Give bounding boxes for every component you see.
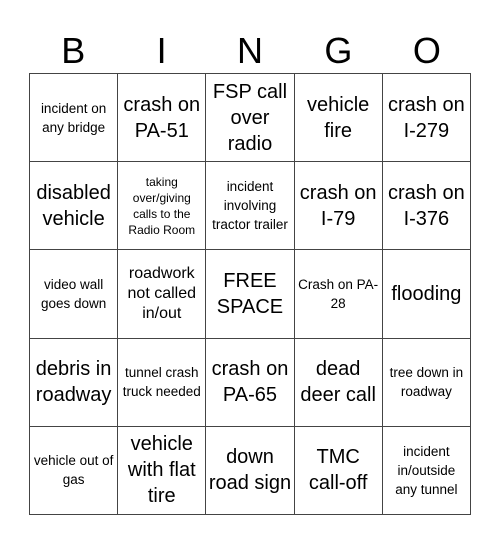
- card-row: vehicle out of gas vehicle with flat tir…: [28, 425, 472, 516]
- card-cell[interactable]: taking over/giving calls to the Radio Ro…: [117, 161, 207, 251]
- card-cell[interactable]: roadwork not called in/out: [117, 249, 207, 339]
- card-cell[interactable]: TMC call-off: [293, 425, 383, 516]
- card-cell[interactable]: Crash on PA-28: [293, 249, 383, 339]
- bingo-card: incident on any bridge crash on PA-51 FS…: [28, 72, 472, 516]
- card-cell[interactable]: vehicle with flat tire: [117, 425, 207, 516]
- card-cell[interactable]: disabled vehicle: [28, 161, 119, 251]
- card-cell[interactable]: FSP call over radio: [205, 72, 295, 163]
- bingo-header: B I N G O: [29, 28, 471, 74]
- free-space-cell[interactable]: FREE SPACE: [205, 249, 295, 339]
- card-row: incident on any bridge crash on PA-51 FS…: [28, 72, 472, 163]
- card-cell[interactable]: vehicle fire: [293, 72, 383, 163]
- card-cell[interactable]: crash on PA-51: [117, 72, 207, 163]
- card-cell[interactable]: debris in roadway: [28, 337, 119, 427]
- card-cell[interactable]: incident on any bridge: [28, 72, 119, 163]
- header-letter-o: O: [412, 30, 441, 71]
- card-cell[interactable]: flooding: [381, 249, 472, 339]
- card-cell[interactable]: incident involving tractor trailer: [205, 161, 295, 251]
- card-row: video wall goes down roadwork not called…: [28, 249, 472, 339]
- card-cell[interactable]: vehicle out of gas: [28, 425, 119, 516]
- card-cell[interactable]: crash on PA-65: [205, 337, 295, 427]
- card-row: debris in roadway tunnel crash truck nee…: [28, 337, 472, 427]
- header-letter-b: B: [61, 30, 86, 71]
- card-cell[interactable]: tunnel crash truck needed: [117, 337, 207, 427]
- header-letter-g: G: [324, 30, 353, 71]
- card-cell[interactable]: incident in/outside any tunnel: [381, 425, 472, 516]
- card-cell[interactable]: crash on I-376: [381, 161, 472, 251]
- card-cell[interactable]: video wall goes down: [28, 249, 119, 339]
- header-letter-i: I: [156, 30, 167, 71]
- card-cell[interactable]: crash on I-79: [293, 161, 383, 251]
- card-cell[interactable]: down road sign: [205, 425, 295, 516]
- card-cell[interactable]: crash on I-279: [381, 72, 472, 163]
- card-cell[interactable]: tree down in roadway: [381, 337, 472, 427]
- card-row: disabled vehicle taking over/giving call…: [28, 161, 472, 251]
- header-letter-n: N: [237, 30, 264, 71]
- card-cell[interactable]: dead deer call: [293, 337, 383, 427]
